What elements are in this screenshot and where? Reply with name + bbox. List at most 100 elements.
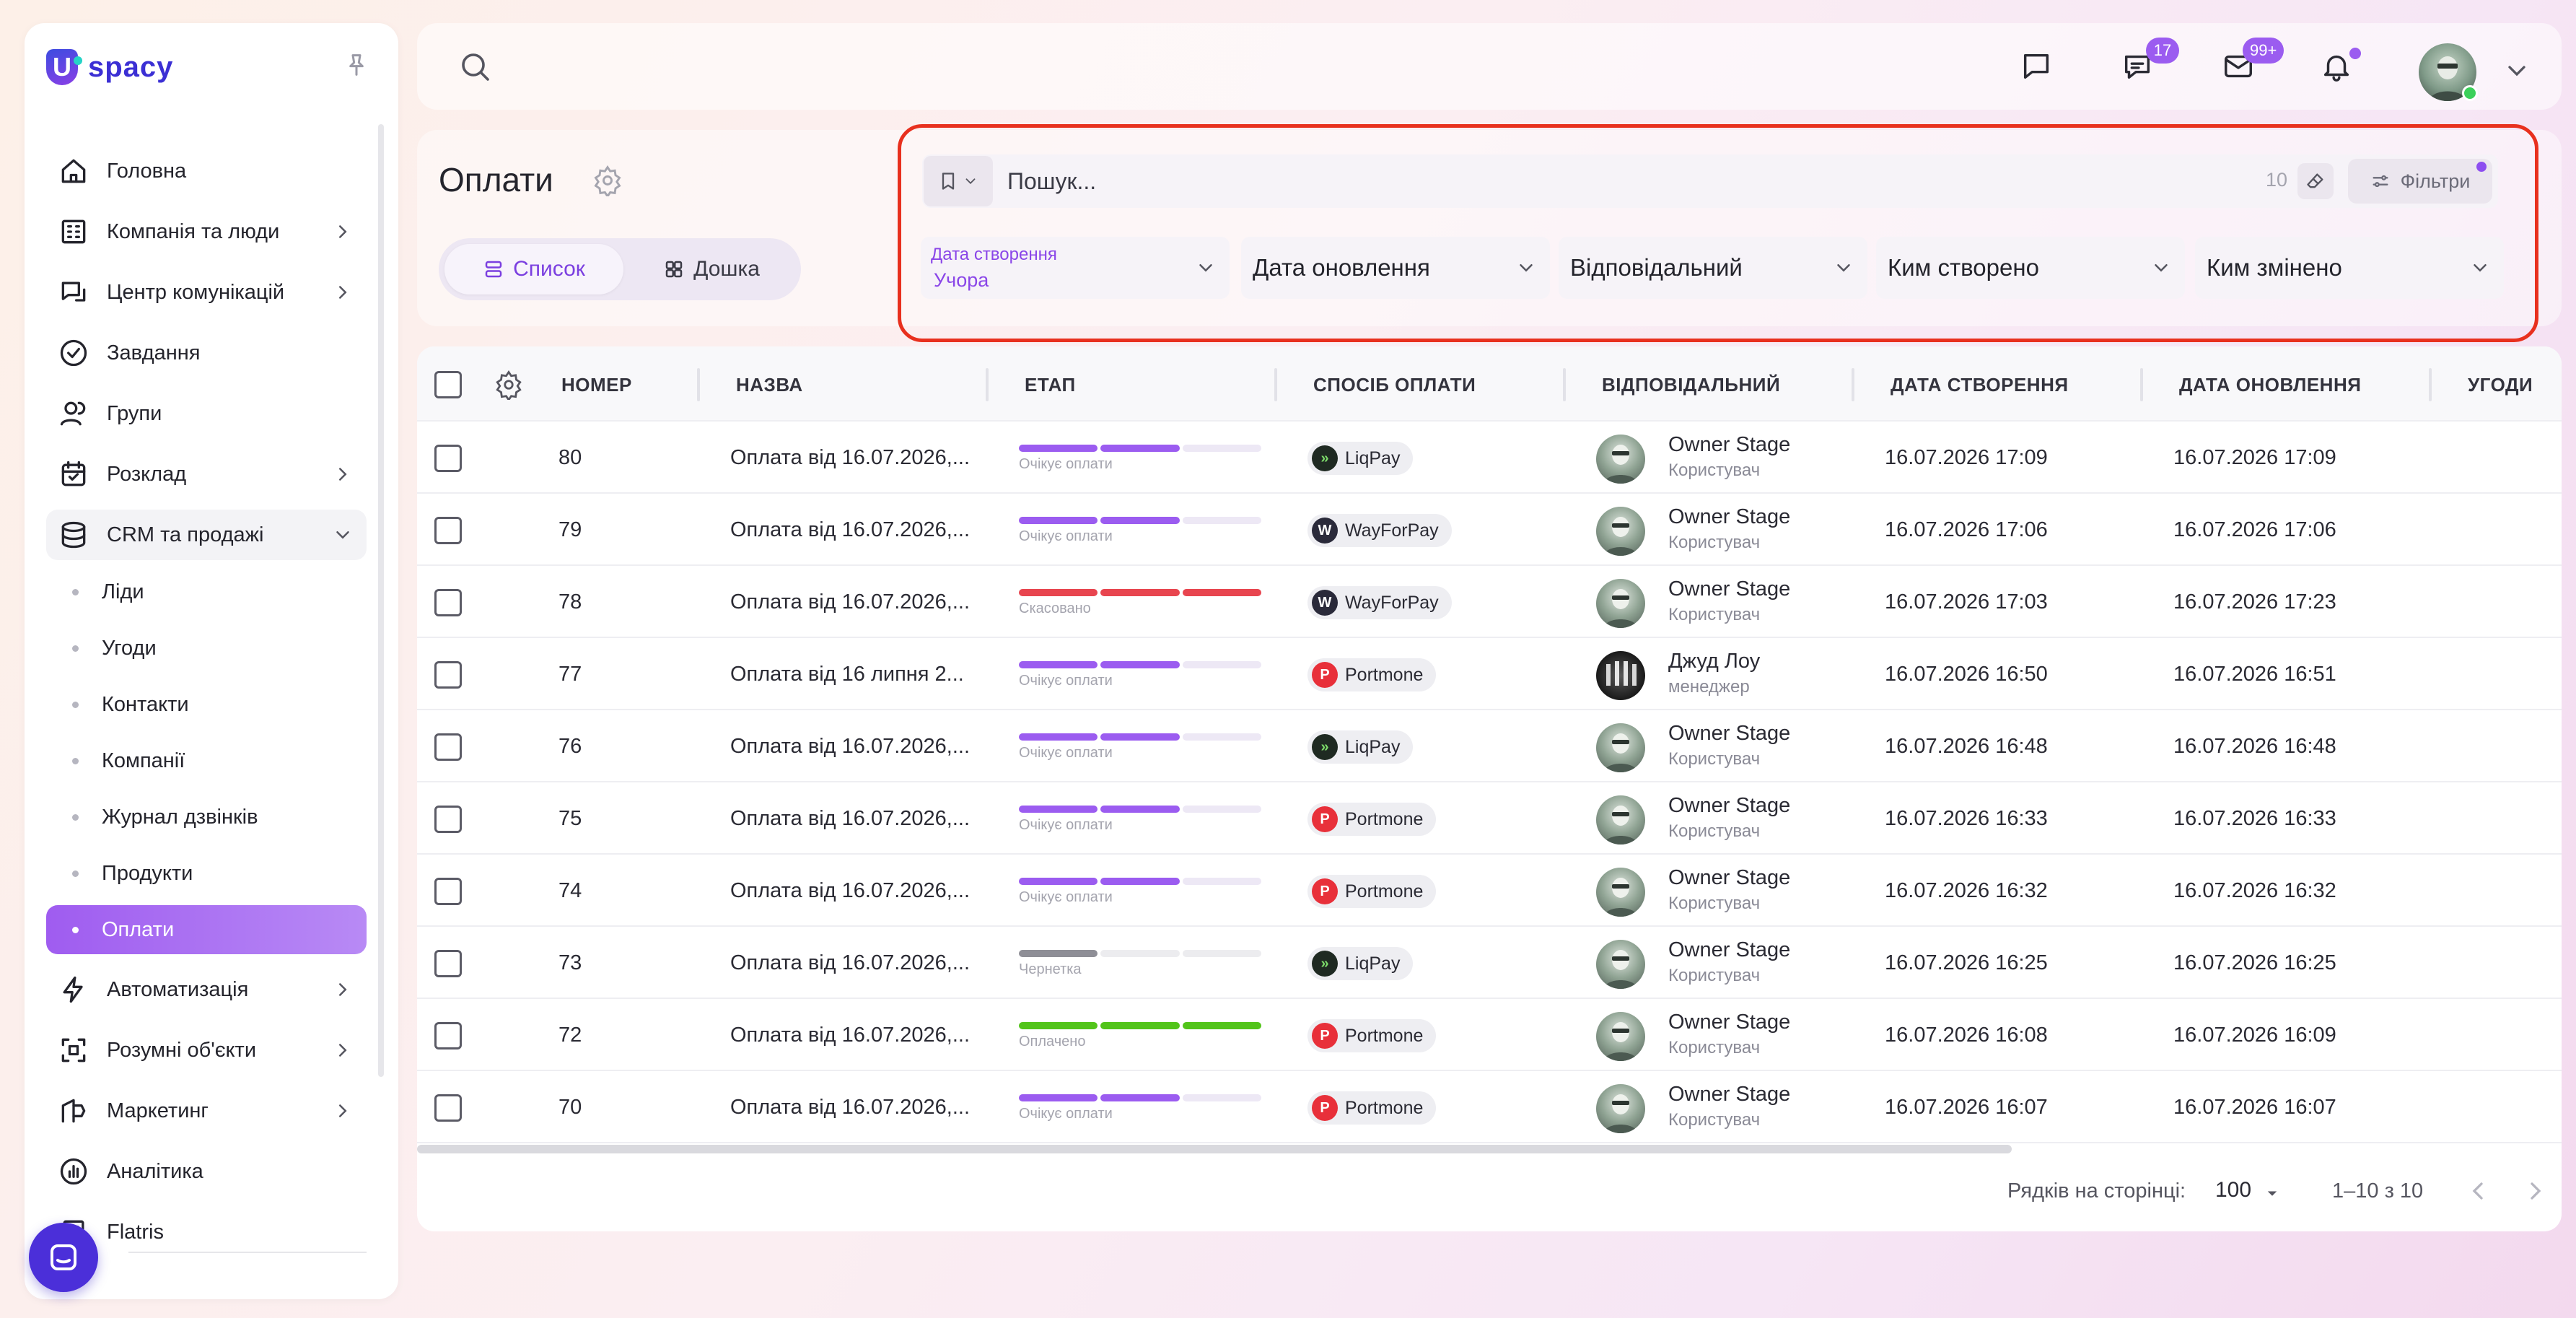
- avatar[interactable]: [1596, 795, 1645, 845]
- changed-by-filter[interactable]: Ким змінено: [2195, 237, 2504, 299]
- avatar[interactable]: [1596, 435, 1645, 484]
- clear-filters-button[interactable]: [2297, 163, 2334, 199]
- sidebar-subitem[interactable]: Контакти: [46, 680, 367, 729]
- responsible-filter[interactable]: Відповідальний: [1559, 237, 1867, 299]
- row-checkbox[interactable]: [434, 445, 462, 472]
- sidebar-item-calendar[interactable]: Розклад: [46, 449, 367, 499]
- responsible-name[interactable]: Owner Stage: [1668, 1083, 1790, 1107]
- column-resize-handle[interactable]: [1563, 368, 1566, 401]
- caret-down-icon[interactable]: [2261, 1182, 2283, 1204]
- gear-icon[interactable]: [592, 165, 623, 196]
- avatar[interactable]: [1596, 651, 1645, 700]
- responsible-name[interactable]: Owner Stage: [1668, 433, 1790, 457]
- sidebar-item-database[interactable]: CRM та продажі: [46, 510, 367, 560]
- column-resize-handle[interactable]: [1274, 368, 1277, 401]
- th-name[interactable]: НАЗВА: [736, 374, 803, 396]
- th-created[interactable]: ДАТА СТВОРЕННЯ: [1891, 374, 2069, 396]
- cell-name[interactable]: Оплата від 16.07.2026,...: [730, 446, 970, 470]
- sidebar-item-bolt[interactable]: Автоматизація: [46, 964, 367, 1015]
- cell-name[interactable]: Оплата від 16.07.2026,...: [730, 735, 970, 759]
- th-updated[interactable]: ДАТА ОНОВЛЕННЯ: [2179, 374, 2361, 396]
- sidebar-item-users[interactable]: Групи: [46, 388, 367, 439]
- sidebar-item-smart-object[interactable]: Розумні об'єкти: [46, 1025, 367, 1075]
- cell-name[interactable]: Оплата від 16.07.2026,...: [730, 518, 970, 542]
- sidebar-subitem[interactable]: Журнал дзвінків: [46, 793, 367, 842]
- stage-indicator[interactable]: Очікує оплати: [1019, 517, 1261, 545]
- stage-indicator[interactable]: Очікує оплати: [1019, 878, 1261, 906]
- avatar[interactable]: [1596, 507, 1645, 556]
- sidebar-item-analytics[interactable]: Аналітика: [46, 1146, 367, 1197]
- saved-filters-button[interactable]: [924, 156, 993, 206]
- stage-indicator[interactable]: Очікує оплати: [1019, 806, 1261, 834]
- table-row[interactable]: 72 Оплата від 16.07.2026,... Оплачено P Port…: [417, 999, 2562, 1071]
- sidebar-item-chat[interactable]: Центр комунікацій: [46, 267, 367, 318]
- horizontal-scrollbar[interactable]: [417, 1145, 2012, 1153]
- sidebar-item-home[interactable]: Головна: [46, 146, 367, 196]
- table-row[interactable]: 70 Оплата від 16.07.2026,... Очікує оплати…: [417, 1071, 2562, 1143]
- th-payment-method[interactable]: СПОСІБ ОПЛАТИ: [1313, 374, 1476, 396]
- sidebar-scrollbar[interactable]: [378, 124, 384, 1077]
- responsible-name[interactable]: Джуд Лоу: [1668, 650, 1760, 673]
- responsible-name[interactable]: Owner Stage: [1668, 505, 1790, 529]
- stage-indicator[interactable]: Очікує оплати: [1019, 445, 1261, 473]
- stage-indicator[interactable]: Очікує оплати: [1019, 733, 1261, 761]
- avatar[interactable]: [1596, 579, 1645, 628]
- table-row[interactable]: 77 Оплата від 16 липня 2... Очікує оплати P…: [417, 638, 2562, 710]
- cell-name[interactable]: Оплата від 16.07.2026,...: [730, 807, 970, 831]
- sidebar-item-marketing[interactable]: Маркетинг: [46, 1086, 367, 1136]
- filters-button[interactable]: Фільтри: [2348, 159, 2492, 204]
- th-stage[interactable]: ЕТАП: [1025, 374, 1076, 396]
- column-settings-icon[interactable]: [494, 370, 524, 400]
- responsible-name[interactable]: Owner Stage: [1668, 794, 1790, 818]
- sidebar-item-check-circle[interactable]: Завдання: [46, 328, 367, 378]
- cell-name[interactable]: Оплата від 16.07.2026,...: [730, 951, 970, 975]
- column-resize-handle[interactable]: [697, 368, 700, 401]
- responsible-name[interactable]: Owner Stage: [1668, 938, 1790, 962]
- table-row[interactable]: 80 Оплата від 16.07.2026,... Очікує оплати…: [417, 422, 2562, 494]
- row-checkbox[interactable]: [434, 661, 462, 689]
- updated-date-filter[interactable]: Дата оновлення: [1241, 237, 1550, 299]
- th-deals[interactable]: УГОДИ: [2468, 374, 2533, 396]
- table-row[interactable]: 76 Оплата від 16.07.2026,... Очікує оплати…: [417, 710, 2562, 782]
- table-row[interactable]: 78 Оплата від 16.07.2026,... Скасовано W Way…: [417, 566, 2562, 638]
- row-checkbox[interactable]: [434, 1022, 462, 1049]
- column-resize-handle[interactable]: [2140, 368, 2143, 401]
- row-checkbox[interactable]: [434, 806, 462, 833]
- sidebar-subitem[interactable]: Продукти: [46, 849, 367, 898]
- stage-indicator[interactable]: Очікує оплати: [1019, 661, 1261, 689]
- column-resize-handle[interactable]: [1852, 368, 1854, 401]
- pin-icon[interactable]: [342, 49, 371, 81]
- cell-name[interactable]: Оплата від 16.07.2026,...: [730, 590, 970, 614]
- responsible-name[interactable]: Owner Stage: [1668, 577, 1790, 601]
- avatar[interactable]: [1596, 868, 1645, 917]
- column-resize-handle[interactable]: [2429, 368, 2432, 401]
- table-row[interactable]: 74 Оплата від 16.07.2026,... Очікує оплати…: [417, 855, 2562, 927]
- sidebar-item-building[interactable]: Компанія та люди: [46, 206, 367, 257]
- cell-name[interactable]: Оплата від 16.07.2026,...: [730, 1024, 970, 1047]
- chevron-down-icon[interactable]: [2502, 56, 2531, 85]
- sidebar-subitem[interactable]: Ліди: [46, 567, 367, 616]
- list-view-button[interactable]: Список: [444, 244, 623, 294]
- column-resize-handle[interactable]: [986, 368, 989, 401]
- created-by-filter[interactable]: Ким створено: [1876, 237, 2185, 299]
- avatar[interactable]: [1596, 940, 1645, 989]
- th-responsible[interactable]: ВІДПОВІДАЛЬНИЙ: [1602, 374, 1780, 396]
- support-chat-button[interactable]: [29, 1223, 98, 1292]
- row-checkbox[interactable]: [434, 733, 462, 761]
- stage-indicator[interactable]: Очікує оплати: [1019, 1094, 1261, 1122]
- select-all-checkbox[interactable]: [434, 371, 462, 398]
- next-page-icon[interactable]: [2521, 1177, 2550, 1205]
- row-checkbox[interactable]: [434, 589, 462, 616]
- row-checkbox[interactable]: [434, 878, 462, 905]
- stage-indicator[interactable]: Скасовано: [1019, 589, 1261, 617]
- search-icon[interactable]: [453, 45, 496, 88]
- comments-icon[interactable]: [2015, 45, 2058, 88]
- avatar[interactable]: [1596, 723, 1645, 772]
- board-view-button[interactable]: Дошка: [628, 244, 795, 294]
- responsible-name[interactable]: Owner Stage: [1668, 722, 1790, 746]
- table-row[interactable]: 75 Оплата від 16.07.2026,... Очікує оплати…: [417, 782, 2562, 855]
- responsible-name[interactable]: Owner Stage: [1668, 866, 1790, 890]
- stage-indicator[interactable]: Оплачено: [1019, 1022, 1261, 1050]
- rows-per-page-select[interactable]: 100: [2215, 1178, 2251, 1203]
- avatar[interactable]: [1596, 1012, 1645, 1061]
